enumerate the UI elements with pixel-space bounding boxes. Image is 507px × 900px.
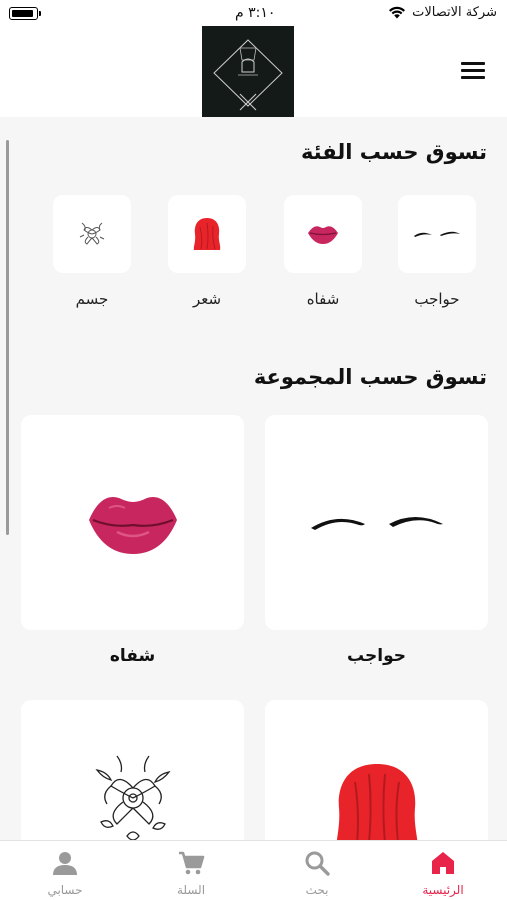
wifi-icon bbox=[389, 6, 406, 19]
battery-icon bbox=[9, 7, 41, 20]
battery-fill bbox=[11, 9, 34, 17]
flower-tattoo-image bbox=[94, 755, 171, 841]
bottom-navigation: الرئيسية بحث السلة حسابي bbox=[0, 840, 507, 900]
category-lips[interactable] bbox=[284, 195, 362, 273]
cart-icon bbox=[179, 851, 205, 875]
collection-body[interactable] bbox=[21, 700, 244, 860]
category-label-eyebrows: حواجب bbox=[414, 290, 460, 308]
app-header bbox=[0, 26, 507, 117]
nav-label-cart: السلة bbox=[176, 883, 206, 897]
flower-tattoo-icon bbox=[79, 222, 105, 245]
collection-label-eyebrows: حواجب bbox=[347, 646, 406, 666]
brand-logo[interactable] bbox=[202, 26, 294, 117]
nav-label-account: حسابي bbox=[47, 883, 83, 897]
home-icon bbox=[432, 852, 454, 874]
category-label-body: جسم bbox=[75, 290, 109, 308]
eyebrows-icon bbox=[414, 231, 460, 237]
category-label-hair: شعر bbox=[192, 290, 222, 308]
search-icon bbox=[305, 851, 330, 876]
nav-cart[interactable]: السلة bbox=[128, 841, 254, 900]
category-hair[interactable] bbox=[168, 195, 246, 273]
scroll-indicator[interactable] bbox=[6, 140, 9, 535]
account-icon bbox=[53, 852, 77, 875]
eyebrows-image bbox=[310, 516, 443, 530]
category-eyebrows[interactable] bbox=[398, 195, 476, 273]
nav-search[interactable]: بحث bbox=[254, 841, 380, 900]
lips-icon bbox=[308, 226, 338, 244]
nav-label-search: بحث bbox=[305, 883, 329, 897]
category-body[interactable] bbox=[53, 195, 131, 273]
status-bar: ٣:١٠ م شركة الاتصالات bbox=[0, 0, 507, 26]
category-label-lips: شفاه bbox=[306, 290, 340, 308]
hair-icon bbox=[193, 218, 221, 250]
nav-home[interactable]: الرئيسية bbox=[380, 841, 506, 900]
collection-lips[interactable] bbox=[21, 415, 244, 630]
carrier-group: شركة الاتصالات bbox=[388, 5, 497, 20]
collection-hair[interactable] bbox=[265, 700, 488, 860]
carrier-name: شركة الاتصالات bbox=[412, 5, 497, 20]
nav-account[interactable]: حسابي bbox=[2, 841, 128, 900]
hamburger-menu-icon[interactable] bbox=[461, 62, 485, 82]
shop-by-category-title: تسوق حسب الفئة bbox=[300, 140, 487, 164]
collection-eyebrows[interactable] bbox=[265, 415, 488, 630]
collection-label-lips: شفاه bbox=[109, 646, 156, 666]
lips-image bbox=[88, 496, 177, 554]
status-time: ٣:١٠ م bbox=[235, 5, 276, 21]
brand-logo-mark bbox=[213, 39, 283, 111]
shop-by-collection-title: تسوق حسب المجموعة bbox=[253, 365, 487, 389]
nav-label-home: الرئيسية bbox=[422, 883, 464, 897]
